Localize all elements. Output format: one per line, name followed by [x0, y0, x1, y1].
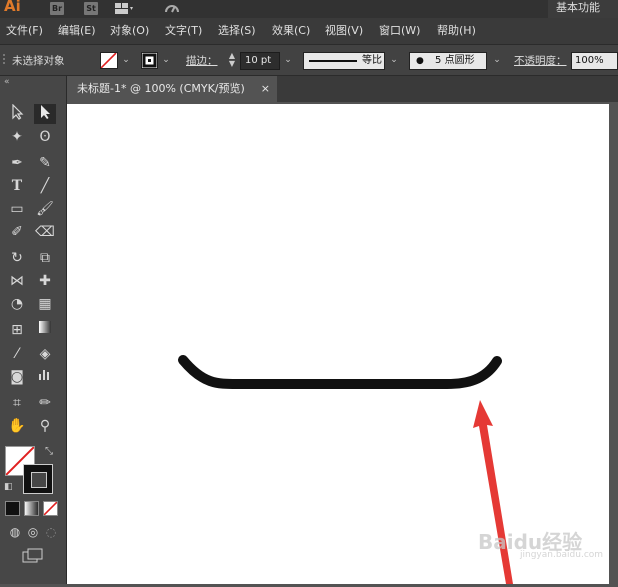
- type-tool-icon[interactable]: T: [6, 176, 28, 196]
- slice-tool-icon[interactable]: ✏: [34, 393, 56, 413]
- stroke-inner-icon: [31, 472, 47, 488]
- blend-tool-icon[interactable]: ◈: [34, 344, 56, 364]
- default-colors-icon[interactable]: ◧: [4, 482, 13, 492]
- artboard[interactable]: [67, 104, 609, 584]
- shape-builder-tool-icon[interactable]: ◔: [6, 294, 28, 314]
- screen-mode-icon[interactable]: [22, 548, 44, 564]
- eraser-tool-icon[interactable]: ⌫: [34, 222, 56, 242]
- bridge-button[interactable]: Br: [50, 2, 64, 15]
- lasso-tool-icon[interactable]: ʘ: [34, 127, 56, 147]
- close-tab-icon[interactable]: ×: [261, 76, 270, 102]
- pen-tool-icon[interactable]: ✒: [6, 153, 28, 173]
- fill-dropdown-icon[interactable]: ⌄: [121, 54, 131, 66]
- app-bar: Ai Br St 基本功能: [0, 0, 618, 18]
- profile-label: 等比: [362, 55, 382, 66]
- opacity-input[interactable]: 100%: [571, 52, 618, 70]
- menu-view[interactable]: 视图(V): [325, 18, 363, 44]
- illustrator-logo: Ai: [4, 0, 21, 15]
- draw-inside-icon[interactable]: ◌: [40, 522, 62, 542]
- symbol-sprayer-tool-icon[interactable]: ◙: [6, 367, 28, 387]
- menu-file[interactable]: 文件(F): [6, 18, 43, 44]
- brush-dropdown-icon[interactable]: ⌄: [492, 54, 502, 66]
- direct-selection-tool-icon[interactable]: [6, 103, 28, 124]
- menu-select[interactable]: 选择(S): [218, 18, 256, 44]
- column-graph-tool-icon[interactable]: [34, 367, 56, 387]
- color-mode-button[interactable]: [5, 501, 20, 516]
- control-bar: 未选择对象 ⌄ ⌄ 描边： ▲ ▼ 10 pt ⌄ 等比 ⌄ ● 5 点圆形 ⌄ …: [0, 44, 618, 76]
- width-tool-icon[interactable]: ⋈: [6, 271, 28, 291]
- gradient-tool-icon[interactable]: [34, 320, 56, 340]
- zoom-tool-icon[interactable]: ⚲: [34, 416, 56, 436]
- menu-type[interactable]: 文字(T): [165, 18, 202, 44]
- artboard-tool-icon[interactable]: ⌗: [6, 393, 28, 413]
- panel-grip-icon: [2, 53, 6, 67]
- document-tab-title: 未标题-1* @ 100% (CMYK/预览): [77, 82, 245, 95]
- variable-width-profile[interactable]: 等比: [303, 52, 385, 70]
- gradient-mode-button[interactable]: [24, 501, 39, 516]
- stroke-weight-stepper[interactable]: ▲ ▼: [226, 52, 238, 70]
- red-arrow-annotation: [473, 400, 513, 584]
- stroke-label[interactable]: 描边：: [186, 53, 218, 68]
- artwork: [178, 355, 513, 584]
- brush-definition[interactable]: ● 5 点圆形: [409, 52, 487, 70]
- perspective-grid-tool-icon[interactable]: ▦: [34, 294, 56, 314]
- line-segment-tool-icon[interactable]: ╱: [34, 176, 56, 196]
- baidu-watermark-url: jingyan.baidu.com: [520, 550, 604, 560]
- eyedropper-tool-icon[interactable]: ⁄: [6, 344, 28, 364]
- gpu-performance-icon[interactable]: [162, 1, 182, 17]
- document-tab[interactable]: 未标题-1* @ 100% (CMYK/预览) ×: [67, 76, 277, 102]
- curvature-tool-icon[interactable]: ✎: [34, 153, 56, 173]
- document-tab-bar: 未标题-1* @ 100% (CMYK/预览) ×: [67, 76, 618, 102]
- profile-dropdown-icon[interactable]: ⌄: [389, 54, 399, 66]
- stock-button[interactable]: St: [84, 2, 98, 15]
- none-fill-icon: [100, 52, 117, 69]
- mesh-tool-icon[interactable]: ⊞: [6, 320, 28, 340]
- profile-line-icon: [309, 60, 357, 62]
- swap-fill-stroke-icon[interactable]: ⤡: [45, 446, 53, 457]
- collapse-panel-icon[interactable]: «: [4, 77, 10, 87]
- menu-window[interactable]: 窗口(W): [379, 18, 420, 44]
- menu-effect[interactable]: 效果(C): [272, 18, 310, 44]
- scale-tool-icon[interactable]: ⧉: [34, 248, 56, 268]
- menu-edit[interactable]: 编辑(E): [58, 18, 96, 44]
- menu-bar: 文件(F) 编辑(E) 对象(O) 文字(T) 选择(S) 效果(C) 视图(V…: [0, 18, 618, 44]
- selection-status: 未选择对象: [12, 55, 65, 67]
- menu-object[interactable]: 对象(O): [110, 18, 149, 44]
- paintbrush-tool-icon[interactable]: 🖌: [34, 199, 56, 219]
- arrange-documents-icon[interactable]: [114, 2, 134, 15]
- puppet-warp-tool-icon[interactable]: ✚: [34, 271, 56, 291]
- stroke-swatch[interactable]: [141, 52, 158, 69]
- magic-wand-tool-icon[interactable]: ✦: [6, 127, 28, 147]
- workspace-switcher[interactable]: 基本功能: [548, 0, 618, 18]
- stroke-square-icon: [142, 53, 157, 68]
- none-mode-button[interactable]: [43, 501, 58, 516]
- shaper-tool-icon[interactable]: ✐: [6, 222, 28, 242]
- rotate-tool-icon[interactable]: ↻: [6, 248, 28, 268]
- fill-swatch[interactable]: [100, 52, 118, 69]
- opacity-label[interactable]: 不透明度：: [514, 53, 567, 68]
- menu-help[interactable]: 帮助(H): [437, 18, 476, 44]
- stroke-weight-dropdown-icon[interactable]: ⌄: [283, 54, 293, 66]
- tools-panel: « ✦ ʘ ✒ ✎ T ╱ ▭ 🖌 ✐ ⌫ ↻ ⧉ ⋈ ✚ ◔ ▦ ⊞ ⁄ ◈ …: [0, 76, 67, 584]
- rectangle-tool-icon[interactable]: ▭: [6, 199, 28, 219]
- none-icon: [43, 501, 58, 516]
- stroke-color-indicator[interactable]: [23, 464, 53, 494]
- stroke-dropdown-icon[interactable]: ⌄: [161, 54, 171, 66]
- stroke-weight-input[interactable]: 10 pt: [240, 52, 280, 70]
- brush-dot-icon: ●: [416, 56, 424, 66]
- hand-tool-icon[interactable]: ✋: [6, 416, 28, 436]
- selection-tool-icon[interactable]: [34, 104, 56, 124]
- brush-label: 5 点圆形: [435, 55, 475, 66]
- smile-curve-path[interactable]: [178, 355, 502, 389]
